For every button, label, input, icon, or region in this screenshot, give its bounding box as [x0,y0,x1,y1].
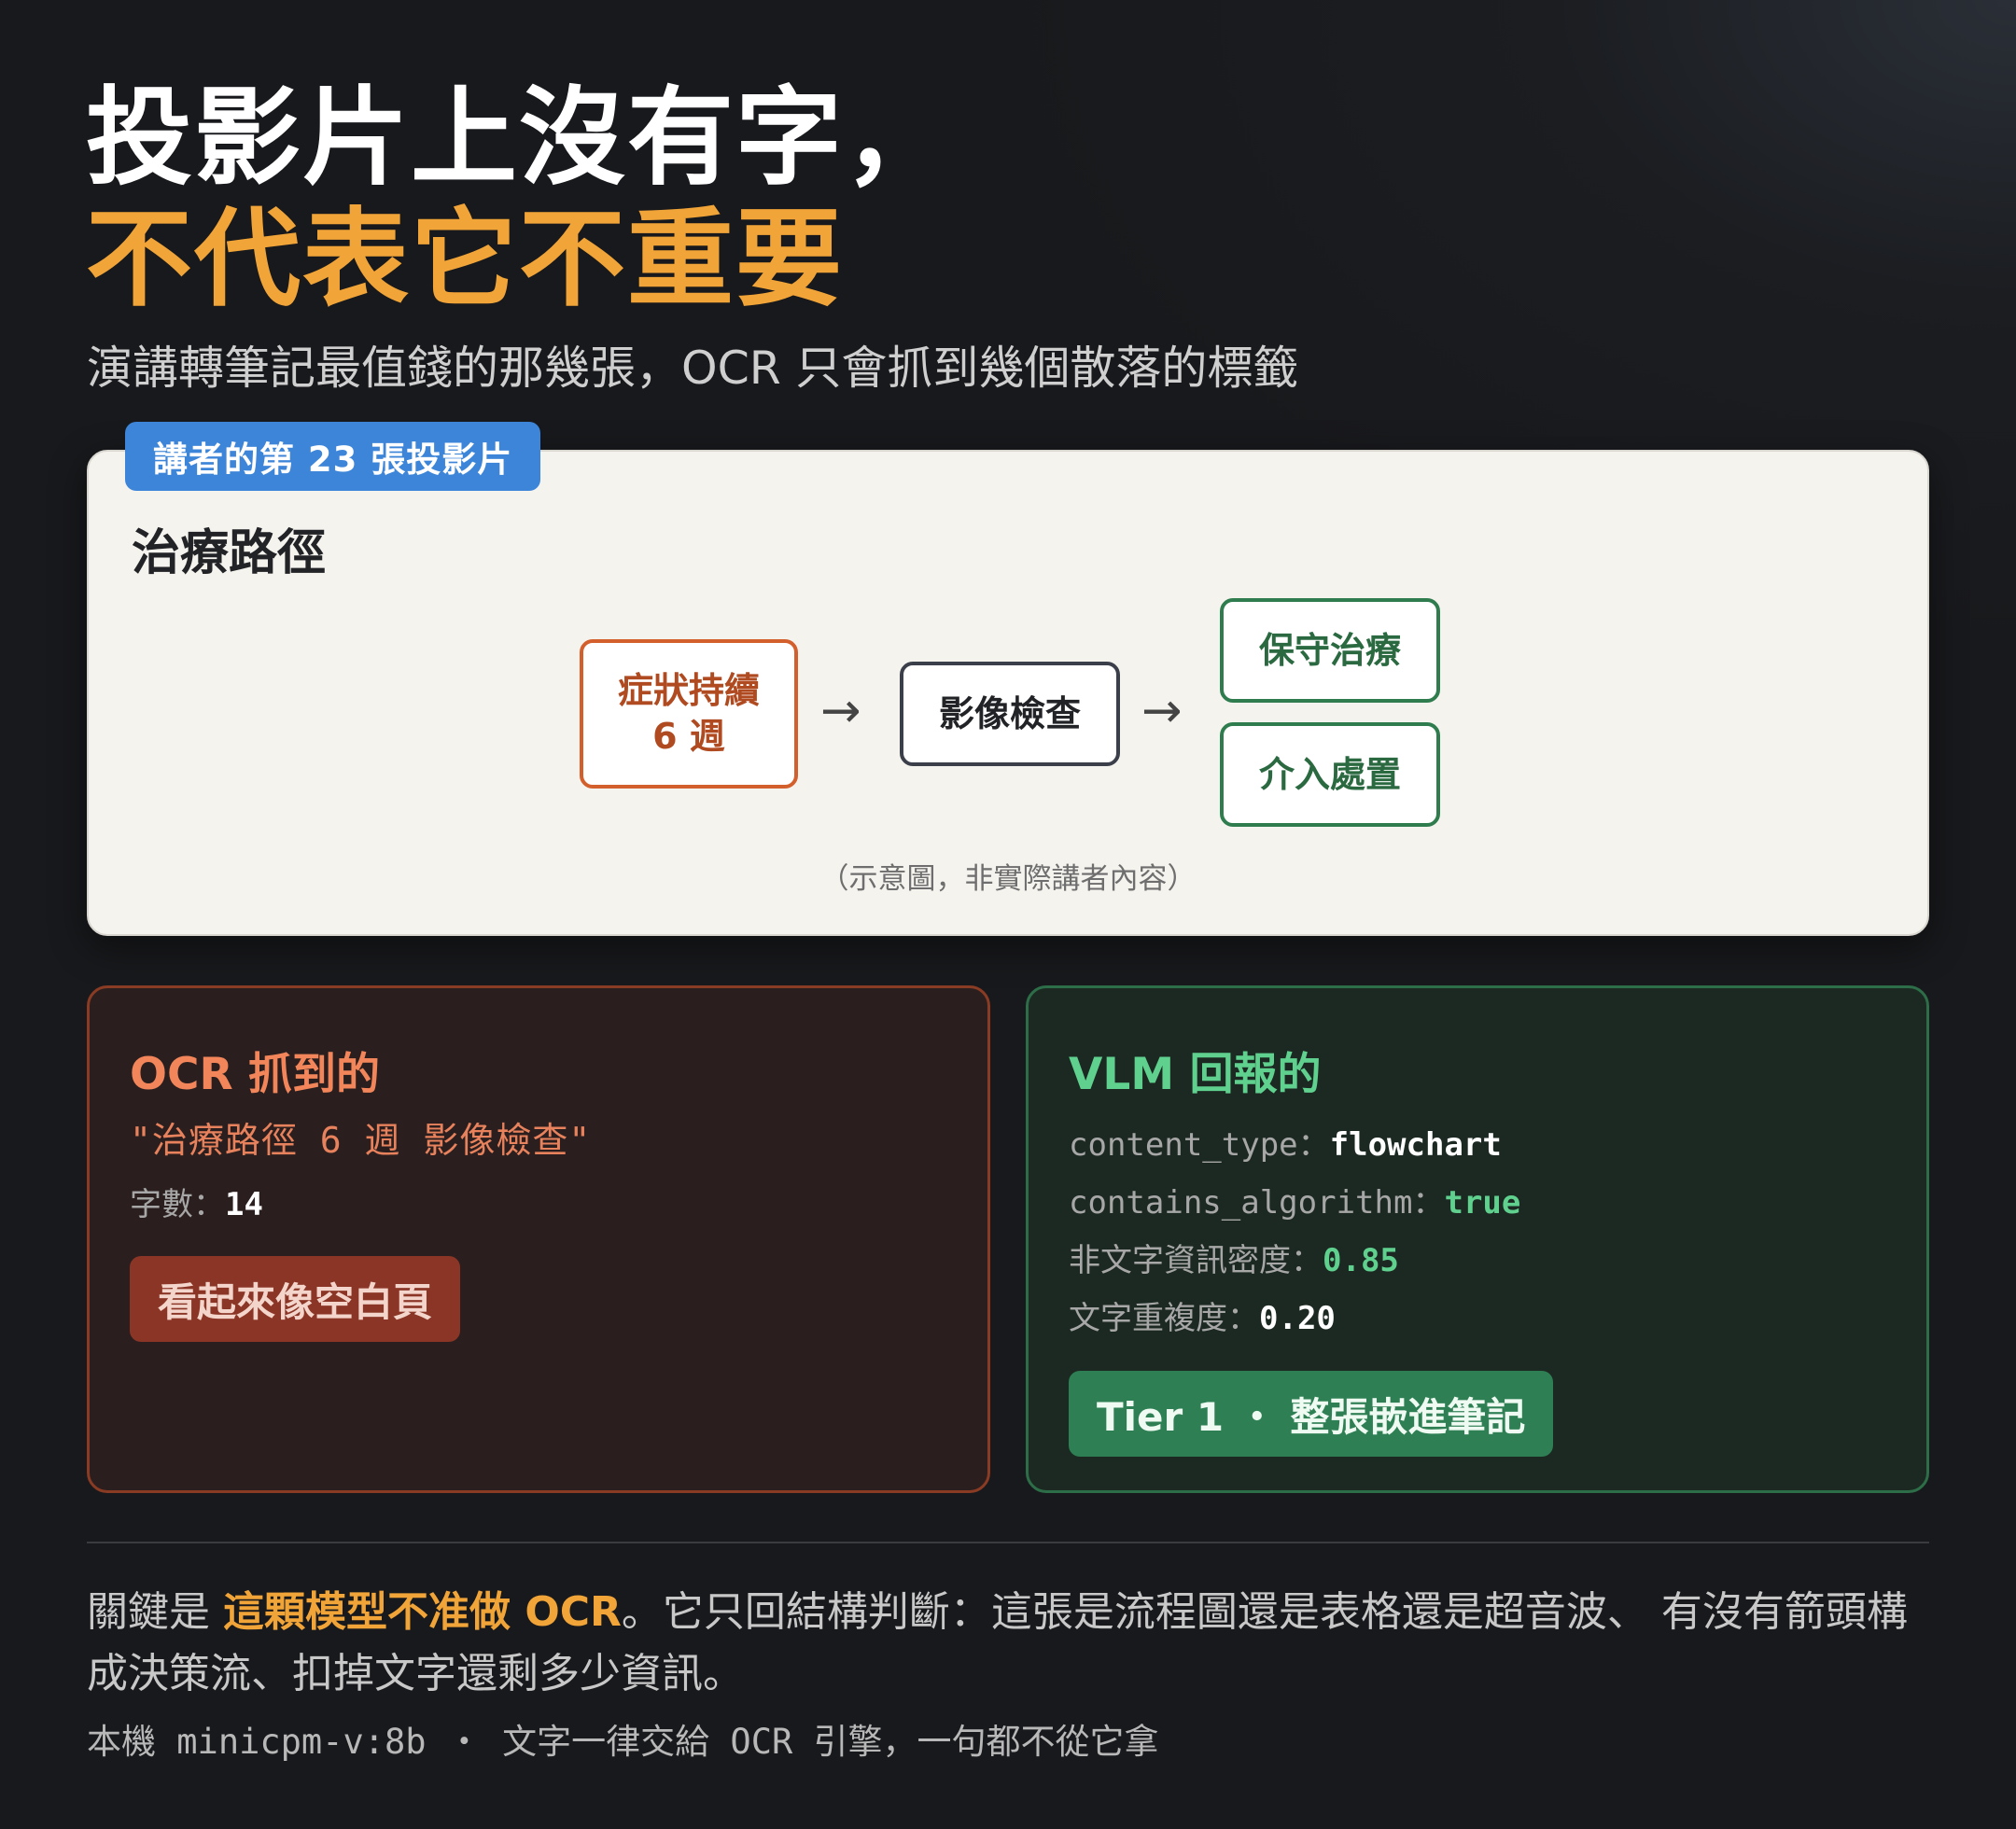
flow-box-symptom-line1: 症狀持續 [617,670,760,712]
vlm-row-key: content_type： [1069,1126,1330,1164]
divider [87,1542,1929,1543]
vlm-panel-heading: VLM 回報的 [1069,1049,1322,1100]
vlm-row-key: 非文字資訊密度： [1069,1242,1323,1279]
ocr-char-count-label: 字數： [130,1186,225,1223]
footer-text-highlight: 這顆模型不准做 OCR [223,1588,622,1636]
vlm-row-value: flowchart [1329,1126,1502,1164]
vlm-row-key: 文字重複度： [1069,1300,1259,1337]
slide-tag-badge: 講者的第 23 張投影片 [125,422,541,491]
vlm-row-text-redundancy: 文字重複度：0.20 [1069,1292,1336,1338]
page: 投影片上沒有字， 不代表它不重要 演講轉筆記最值錢的那幾張，OCR 只會抓到幾個… [0,0,2016,1829]
vlm-row-contains-algorithm: contains_algorithm：true [1069,1177,1520,1222]
ocr-char-count-value: 14 [225,1186,263,1223]
page-subtitle: 演講轉筆記最值錢的那幾張，OCR 只會抓到幾個散落的標籤 [87,342,1299,395]
flow-box-symptom-line2: 6 週 [652,716,725,757]
arrow-right-icon: → [820,683,861,739]
flow-box-conservative: 保守治療 [1220,598,1440,703]
page-title-line2: 不代表它不重要 [86,197,845,321]
ocr-panel: OCR 抓到的 "治療路徑 6 週 影像檢查" 字數：14 看起來像空白頁 [87,985,990,1493]
vlm-panel: VLM 回報的 content_type：flowchart contains_… [1026,985,1929,1493]
flow-box-imaging: 影像檢查 [900,662,1120,766]
ocr-panel-heading: OCR 抓到的 [130,1049,381,1100]
footer-text-prefix: 關鍵是 [87,1588,223,1636]
vlm-tier-badge: Tier 1 ・ 整張嵌進筆記 [1069,1371,1554,1457]
vlm-row-value: 0.20 [1259,1300,1336,1337]
vlm-row-key: contains_algorithm： [1069,1184,1445,1222]
ocr-extracted-text: "治療路徑 6 週 影像檢查" [130,1120,592,1161]
page-title-line1: 投影片上沒有字， [86,76,953,200]
footer-explanation: 關鍵是 這顆模型不准做 OCR。它只回結構判斷：這張是流程圖還是表格還是超音波、… [87,1582,1944,1705]
slide-preview-card: 治療路徑 症狀持續 6 週 → 影像檢查 → 保守治療 介入處置 （示意圖，非實… [87,450,1929,936]
footer-note: 本機 minicpm-v:8b ・ 文字一律交給 OCR 引擎，一句都不從它拿 [87,1722,1159,1762]
slide-note: （示意圖，非實際講者內容） [819,862,1197,896]
ocr-char-count: 字數：14 [130,1179,263,1224]
vlm-row-value: true [1444,1184,1521,1222]
vlm-row-content-type: content_type：flowchart [1069,1119,1502,1165]
flow-box-symptom: 症狀持續 6 週 [580,639,798,789]
vlm-row-value: 0.85 [1323,1242,1399,1279]
ocr-verdict-badge: 看起來像空白頁 [130,1256,461,1342]
slide-title: 治療路徑 [132,525,327,581]
flow-box-intervention: 介入處置 [1220,722,1440,827]
vlm-row-nontext-density: 非文字資訊密度：0.85 [1069,1235,1399,1280]
arrow-right-icon: → [1141,683,1183,739]
